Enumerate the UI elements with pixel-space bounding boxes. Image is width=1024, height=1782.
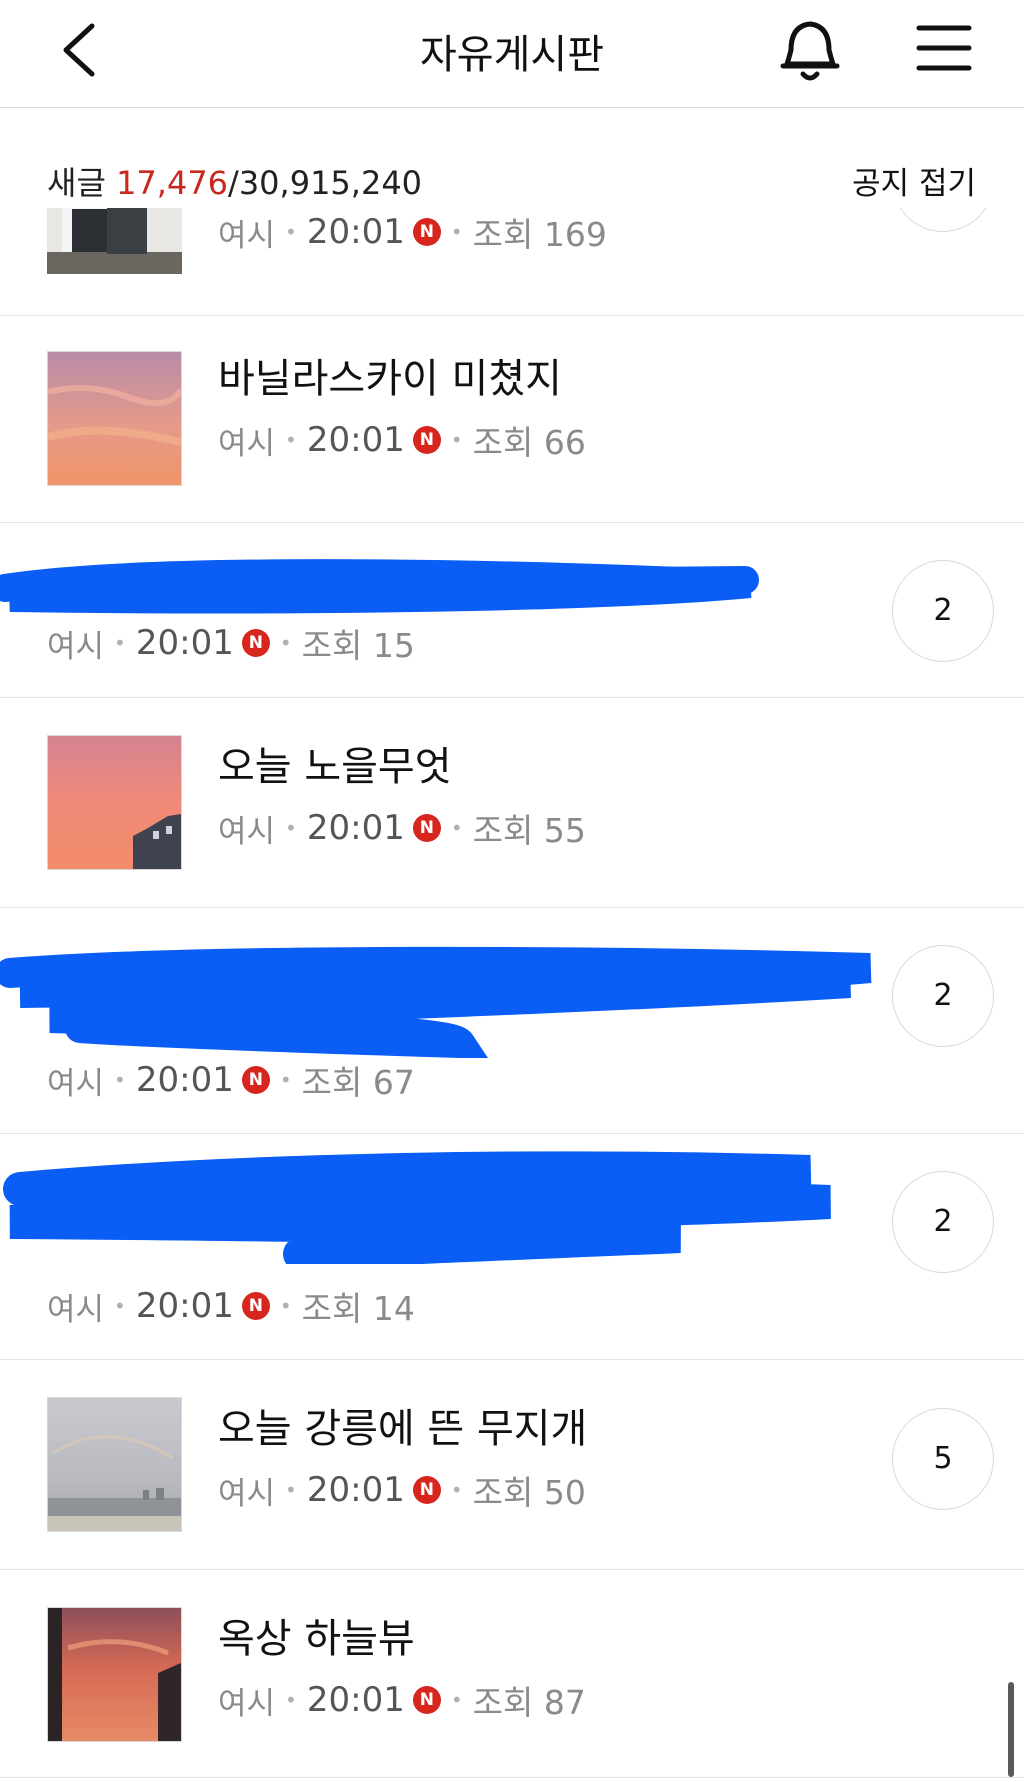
redaction-scribble bbox=[0, 946, 872, 1058]
post-author: 여시 bbox=[218, 813, 276, 850]
post-time: 20:01 bbox=[306, 1680, 405, 1720]
post-row[interactable]: 여시 • 20:01 N • 조회 67 2 bbox=[0, 908, 1024, 1134]
post-time: 20:01 bbox=[306, 420, 405, 460]
new-post-count: 17,476 bbox=[116, 164, 229, 202]
post-meta: 여시 • 20:01 N • 조회 55 bbox=[218, 804, 586, 852]
post-views: 조회 15 bbox=[301, 626, 415, 665]
page-title: 자유게시판 bbox=[420, 32, 604, 78]
new-badge: N bbox=[241, 1292, 270, 1320]
post-time: 20:01 bbox=[306, 212, 405, 252]
post-time: 20:01 bbox=[135, 1286, 234, 1326]
post-author: 여시 bbox=[218, 217, 276, 254]
post-row[interactable]: 여시 • 20:01 N • 조회 14 2 bbox=[0, 1134, 1024, 1360]
new-badge: N bbox=[412, 1686, 441, 1714]
post-thumbnail bbox=[47, 1397, 182, 1532]
post-title[interactable]: 옥상 하늘뷰 bbox=[218, 1606, 415, 1664]
post-time: 20:01 bbox=[306, 1470, 405, 1510]
hamburger-menu-icon[interactable] bbox=[915, 22, 973, 74]
post-meta: 여시 • 20:01 N • 조회 66 bbox=[218, 416, 586, 464]
post-count: 새글 17,476/30,915,240 bbox=[47, 158, 422, 204]
post-views: 조회 55 bbox=[472, 811, 586, 850]
post-row[interactable]: 옥상 하늘뷰 여시 • 20:01 N • 조회 87 bbox=[0, 1570, 1024, 1778]
post-author: 여시 bbox=[218, 425, 276, 462]
post-time: 20:01 bbox=[306, 808, 405, 848]
post-time: 20:01 bbox=[135, 1060, 234, 1100]
post-title[interactable]: 오늘 강릉에 뜬 무지개 bbox=[218, 1396, 587, 1454]
new-badge: N bbox=[241, 629, 270, 657]
comment-count-bubble[interactable]: 2 bbox=[892, 945, 994, 1047]
post-row[interactable]: 바닐라스카이 미쳤지 여시 • 20:01 N • 조회 66 bbox=[0, 316, 1024, 523]
post-row[interactable]: 오늘 강릉에 뜬 무지개 여시 • 20:01 N • 조회 50 5 bbox=[0, 1360, 1024, 1570]
post-meta: 여시 • 20:01 N • 조회 15 bbox=[47, 619, 415, 667]
post-meta: 여시 • 20:01 N • 조회 67 bbox=[47, 1056, 415, 1104]
scrollbar[interactable] bbox=[1008, 1682, 1014, 1777]
new-badge: N bbox=[412, 218, 441, 246]
post-author: 여시 bbox=[218, 1475, 276, 1512]
post-author: 여시 bbox=[218, 1685, 276, 1722]
post-list: 여시 • 20:01 N • 조회 169 바닐라스카이 미쳤지 여시 • 20… bbox=[0, 0, 1024, 1782]
post-author: 여시 bbox=[47, 628, 105, 665]
comment-count-bubble[interactable]: 5 bbox=[892, 1408, 994, 1510]
comment-count-bubble[interactable]: 2 bbox=[892, 1171, 994, 1273]
new-badge: N bbox=[412, 1476, 441, 1504]
post-views: 조회 169 bbox=[472, 215, 607, 254]
post-time: 20:01 bbox=[135, 623, 234, 663]
post-views: 조회 50 bbox=[472, 1473, 586, 1512]
post-author: 여시 bbox=[47, 1065, 105, 1102]
redaction-scribble bbox=[0, 559, 759, 614]
comment-count-bubble[interactable]: 2 bbox=[892, 560, 994, 662]
post-row[interactable]: 오늘 노을무엇 여시 • 20:01 N • 조회 55 bbox=[0, 698, 1024, 908]
post-meta: 여시 • 20:01 N • 조회 87 bbox=[218, 1676, 586, 1724]
post-title[interactable]: 바닐라스카이 미쳤지 bbox=[218, 346, 562, 404]
post-views: 조회 67 bbox=[301, 1063, 415, 1102]
total-post-count: /30,915,240 bbox=[228, 164, 423, 202]
post-row[interactable]: 여시 • 20:01 N • 조회 15 2 bbox=[0, 523, 1024, 698]
post-meta: 여시 • 20:01 N • 조회 14 bbox=[47, 1282, 415, 1330]
post-views: 조회 14 bbox=[301, 1289, 415, 1328]
post-thumbnail bbox=[47, 735, 182, 870]
new-badge: N bbox=[412, 426, 441, 454]
post-author: 여시 bbox=[47, 1291, 105, 1328]
redaction-scribble bbox=[3, 1151, 831, 1264]
post-views: 조회 87 bbox=[472, 1683, 586, 1722]
bell-icon[interactable] bbox=[775, 18, 845, 84]
post-meta: 여시 • 20:01 N • 조회 50 bbox=[218, 1466, 586, 1514]
post-meta: 여시 • 20:01 N • 조회 169 bbox=[218, 208, 607, 256]
post-thumbnail bbox=[46, 351, 184, 486]
new-posts-label: 새글 bbox=[47, 164, 106, 202]
post-title[interactable]: 오늘 노을무엇 bbox=[218, 734, 452, 792]
notice-collapse-toggle[interactable]: 공지 접기 bbox=[852, 158, 976, 203]
new-badge: N bbox=[241, 1066, 270, 1094]
post-views: 조회 66 bbox=[472, 423, 586, 462]
top-app-bar: 자유게시판 bbox=[0, 0, 1024, 108]
post-count-bar: 새글 17,476/30,915,240 공지 접기 bbox=[0, 108, 1024, 208]
post-thumbnail bbox=[47, 1607, 182, 1742]
new-badge: N bbox=[412, 814, 441, 842]
